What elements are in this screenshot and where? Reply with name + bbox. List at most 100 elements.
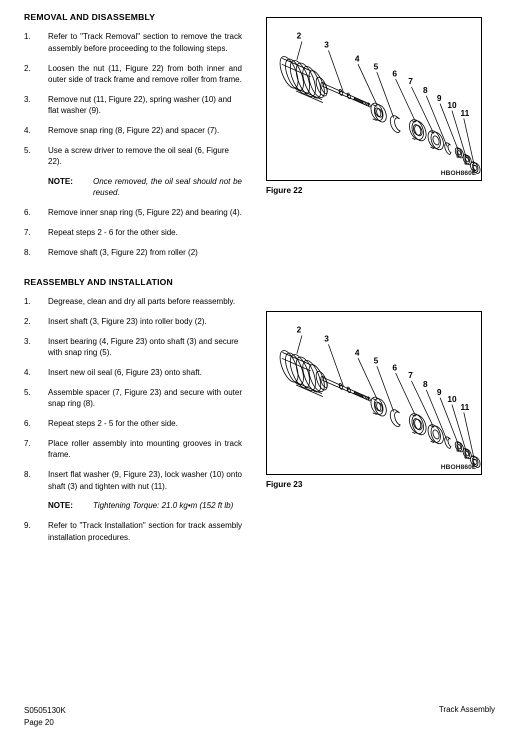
figure-22-frame: 2 3 4 5 6 7 8 9 10 11 HBOH860L [266, 17, 482, 181]
step-text: Remove nut (11, Figure 22), spring washe… [48, 94, 232, 116]
step-item: 2. Loosen the nut (11, Figure 22) from b… [24, 63, 242, 86]
note-text: Once removed, the oil seal should not be… [93, 177, 242, 198]
step-item: 6. Remove inner snap ring (5, Figure 22)… [24, 207, 242, 218]
callout-11: 11 [460, 402, 469, 412]
figure-22: 2 3 4 5 6 7 8 9 10 11 HBOH860L Figure 22 [266, 17, 482, 195]
step-number: 9. [24, 521, 31, 531]
callout-10: 10 [447, 394, 457, 404]
callout-6: 6 [392, 362, 397, 372]
note-label: NOTE: [48, 501, 73, 511]
callout-6: 6 [392, 68, 397, 78]
step-text: Insert bearing (4, Figure 23) onto shaft… [48, 336, 239, 358]
step-item: 4. Insert new oil seal (6, Figure 23) on… [24, 367, 242, 378]
step-number: 1. [24, 297, 31, 307]
shaft-part [322, 377, 371, 402]
step-number: 5. [24, 387, 31, 397]
step-text: Place roller assembly into mounting groo… [48, 439, 242, 460]
step-item: 5. Assemble spacer (7, Figure 23) and se… [24, 387, 242, 410]
step-text: Use a screw driver to remove the oil sea… [48, 145, 229, 167]
page-number: Page 20 [24, 717, 54, 727]
step-item: 6. Repeat steps 2 - 5 for the other side… [24, 418, 242, 429]
step-text: Repeat steps 2 - 6 for the other side. [48, 228, 178, 238]
step-text: Degrease, clean and dry all parts before… [48, 297, 236, 307]
track-roller-exploded-view-23: 2 3 4 5 6 7 8 9 10 11 [279, 325, 481, 468]
callout-7: 7 [408, 76, 413, 86]
step-list-reassembly: 1. Degrease, clean and dry all parts bef… [24, 296, 242, 543]
step-list-removal: 1. Refer to "Track Removal" section to r… [24, 31, 242, 258]
callout-4: 4 [355, 53, 360, 63]
figure-23-frame: 2 3 4 5 6 7 8 9 10 11 HBOH860L [266, 311, 482, 475]
step-number: 7. [24, 439, 31, 449]
step-item: 7. Repeat steps 2 - 6 for the other side… [24, 227, 242, 238]
callout-9: 9 [437, 93, 442, 103]
step-number: 8. [24, 247, 31, 257]
figure-23: 2 3 4 5 6 7 8 9 10 11 HBOH860L Figure 23 [266, 311, 482, 489]
callout-labels: 2 3 4 5 6 7 8 9 10 11 [297, 325, 470, 412]
figure-22-caption: Figure 22 [266, 186, 303, 195]
step-item: 8. Remove shaft (3, Figure 22) from roll… [24, 247, 242, 258]
note-text: Tightening Torque: 21.0 kg•m (152 ft lb) [93, 501, 234, 511]
document-number: S0505130K [24, 706, 66, 715]
lock-washer-part [462, 154, 472, 166]
step-text: Remove inner snap ring (5, Figure 22) an… [48, 208, 242, 218]
footer-section-title: Track Assembly [438, 705, 495, 714]
step-number: 6. [24, 208, 31, 218]
step-text: Remove snap ring (8, Figure 22) and spac… [48, 125, 220, 135]
bearing-part [370, 396, 387, 417]
callout-10: 10 [447, 100, 457, 110]
step-item: 3. Remove nut (11, Figure 22), spring wa… [24, 94, 242, 117]
oil-seal-part [409, 413, 427, 436]
step-text: Loosen the nut (11, Figure 22) from both… [48, 63, 242, 84]
lock-washer-part [462, 448, 472, 460]
shaft-part [322, 83, 371, 108]
step-number: 3. [24, 94, 31, 104]
callout-3: 3 [324, 334, 329, 344]
inner-snap-ring-part [389, 115, 401, 133]
step-number: 2. [24, 317, 31, 327]
section-heading-reassembly: REASSEMBLY AND INSTALLATION [24, 276, 173, 287]
step-text: Refer to "Track Removal" section to remo… [48, 32, 242, 53]
step-number: 3. [24, 336, 31, 346]
callout-labels: 2 3 4 5 6 7 8 9 10 11 [297, 31, 470, 118]
step-item: 5. Use a screw driver to remove the oil … [24, 145, 242, 168]
figure-23-caption: Figure 23 [266, 480, 303, 489]
bearing-part [370, 102, 387, 123]
step-item: 4. Remove snap ring (8, Figure 22) and s… [24, 125, 242, 136]
manual-page: REMOVAL AND DISASSEMBLY 1. Refer to "Tra… [0, 0, 519, 749]
callout-7: 7 [408, 370, 413, 380]
step-text: Insert new oil seal (6, Figure 23) onto … [48, 368, 202, 378]
step-number: 4. [24, 368, 31, 378]
callout-9: 9 [437, 387, 442, 397]
callout-11: 11 [460, 108, 469, 118]
roller-body-part [279, 56, 328, 103]
figure-22-code: HBOH860L [440, 170, 476, 177]
callout-8: 8 [423, 379, 428, 389]
step-number: 8. [24, 470, 31, 480]
step-item: 8. Insert flat washer (9, Figure 23), lo… [24, 469, 242, 492]
step-number: 2. [24, 63, 31, 73]
step-item: 7. Place roller assembly into mounting g… [24, 438, 242, 461]
step-text: Insert shaft (3, Figure 23) into roller … [48, 317, 207, 327]
footer-left-block: S0505130K Page 20 [24, 705, 66, 728]
spacer-part [427, 130, 444, 151]
callout-4: 4 [355, 347, 360, 357]
oil-seal-part [409, 119, 427, 142]
step-item: 3. Insert bearing (4, Figure 23) onto sh… [24, 336, 242, 359]
inner-snap-ring-part [389, 409, 401, 427]
step-number: 5. [24, 145, 31, 155]
track-roller-exploded-view-22: 2 3 4 5 6 7 8 9 10 11 [279, 31, 481, 174]
step-number: 6. [24, 419, 31, 429]
outer-snap-ring-part [444, 142, 452, 155]
step-item: 9. Refer to "Track Installation" section… [24, 520, 242, 543]
step-text: Remove shaft (3, Figure 22) from roller … [48, 247, 198, 257]
callout-3: 3 [324, 40, 329, 50]
procedure-text-column: REMOVAL AND DISASSEMBLY 1. Refer to "Tra… [24, 12, 242, 552]
step-text: Refer to "Track Installation" section fo… [48, 521, 242, 542]
section-heading-removal: REMOVAL AND DISASSEMBLY [24, 12, 156, 22]
step-number: 4. [24, 125, 31, 135]
step-item: 2. Insert shaft (3, Figure 23) into roll… [24, 316, 242, 327]
note-label: NOTE: [48, 177, 73, 187]
callout-2: 2 [297, 31, 302, 41]
step-text: Repeat steps 2 - 5 for the other side. [48, 419, 178, 429]
step-text: Insert flat washer (9, Figure 23), lock … [48, 470, 242, 491]
